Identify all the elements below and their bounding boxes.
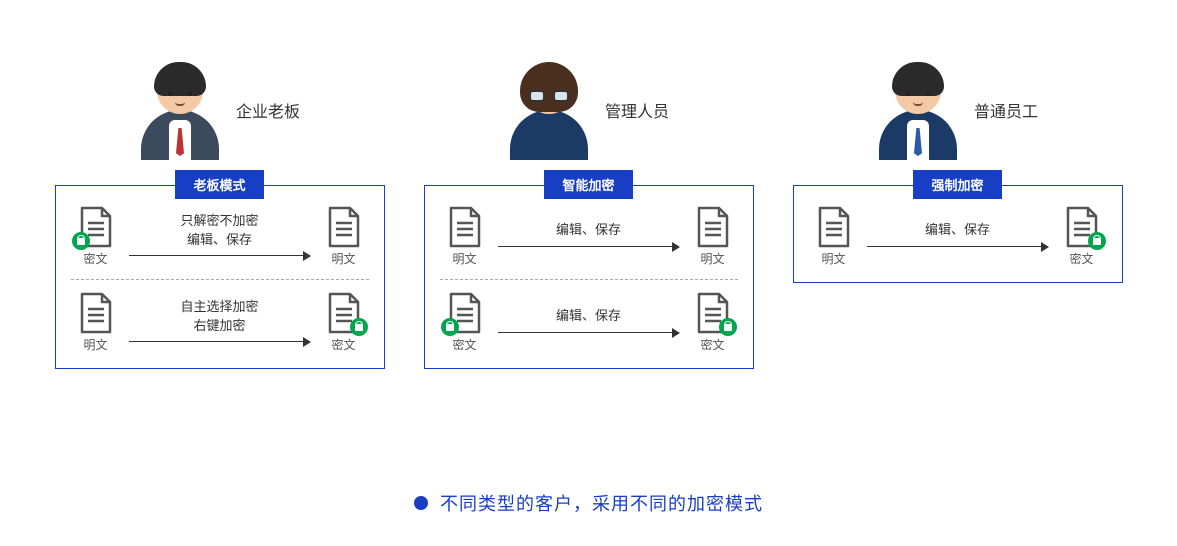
encryption-modes-diagram: 企业老板 老板模式 密文 只解密不加密 编辑、保存 xyxy=(0,0,1177,369)
arrow-icon xyxy=(129,337,311,347)
doc-label: 密文 xyxy=(452,336,476,353)
caption-text: 不同类型的客户，采用不同的加密模式 xyxy=(440,490,763,516)
column-boss: 企业老板 老板模式 密文 只解密不加密 编辑、保存 xyxy=(55,60,385,369)
flow-text: 只解密不加密 xyxy=(180,212,258,230)
flow-text: 编辑、保存 xyxy=(556,221,621,239)
persona-employee: 普通员工 xyxy=(877,60,1038,160)
doc-label: 明文 xyxy=(83,336,107,353)
column-manager: 管理人员 智能加密 明文 编辑、保存 明文 xyxy=(424,60,754,369)
arrow-icon xyxy=(129,251,311,261)
avatar-boss-icon xyxy=(139,60,221,160)
doc-label: 密文 xyxy=(331,336,355,353)
document-encrypted-icon xyxy=(78,206,114,248)
document-plain-icon xyxy=(326,206,362,248)
flow-row: 密文 只解密不加密 编辑、保存 明文 xyxy=(71,206,369,267)
lock-icon xyxy=(441,318,459,336)
flow-row: 明文 编辑、保存 密文 xyxy=(809,206,1107,267)
bullet-icon xyxy=(414,496,428,510)
doc-from: 明文 xyxy=(71,292,121,353)
flow-arrow: 编辑、保存 xyxy=(867,221,1049,251)
flow-box-manager: 明文 编辑、保存 明文 xyxy=(424,185,754,369)
persona-label: 管理人员 xyxy=(605,98,669,122)
mode-badge-employee: 强制加密 xyxy=(913,170,1001,199)
arrow-icon xyxy=(867,242,1049,252)
flow-row: 明文 自主选择加密 右键加密 密文 xyxy=(71,292,369,353)
doc-label: 明文 xyxy=(452,250,476,267)
flow-arrow: 自主选择加密 右键加密 xyxy=(129,298,311,346)
document-encrypted-icon xyxy=(695,292,731,334)
doc-label: 密文 xyxy=(83,250,107,267)
doc-to: 密文 xyxy=(688,292,738,353)
avatar-employee-icon xyxy=(877,60,959,160)
arrow-icon xyxy=(498,242,680,252)
flow-text: 编辑、保存 xyxy=(187,231,252,249)
document-plain-icon xyxy=(78,292,114,334)
flow-arrow: 编辑、保存 xyxy=(498,221,680,251)
doc-from: 明文 xyxy=(809,206,859,267)
flow-text: 编辑、保存 xyxy=(925,221,990,239)
caption: 不同类型的客户，采用不同的加密模式 xyxy=(0,490,1177,516)
avatar-manager-icon xyxy=(508,60,590,160)
flow-text: 自主选择加密 xyxy=(180,298,258,316)
doc-to: 明文 xyxy=(688,206,738,267)
document-encrypted-icon xyxy=(447,292,483,334)
flow-row: 密文 编辑、保存 密文 xyxy=(440,292,738,353)
mode-badge-manager: 智能加密 xyxy=(544,170,632,199)
doc-from: 密文 xyxy=(440,292,490,353)
lock-icon xyxy=(350,318,368,336)
doc-label: 密文 xyxy=(1069,250,1093,267)
flow-text: 右键加密 xyxy=(193,317,245,335)
persona-label: 普通员工 xyxy=(974,98,1038,122)
row-divider xyxy=(440,279,738,280)
doc-from: 明文 xyxy=(440,206,490,267)
document-plain-icon xyxy=(695,206,731,248)
doc-to: 密文 xyxy=(319,292,369,353)
doc-label: 密文 xyxy=(700,336,724,353)
doc-label: 明文 xyxy=(331,250,355,267)
flow-box-employee: 明文 编辑、保存 密文 xyxy=(793,185,1123,283)
persona-manager: 管理人员 xyxy=(508,60,669,160)
persona-label: 企业老板 xyxy=(236,98,300,122)
doc-from: 密文 xyxy=(71,206,121,267)
document-encrypted-icon xyxy=(326,292,362,334)
row-divider xyxy=(71,279,369,280)
document-plain-icon xyxy=(447,206,483,248)
flow-box-boss: 密文 只解密不加密 编辑、保存 明文 xyxy=(55,185,385,369)
doc-label: 明文 xyxy=(700,250,724,267)
flow-row: 明文 编辑、保存 明文 xyxy=(440,206,738,267)
arrow-icon xyxy=(498,328,680,338)
document-encrypted-icon xyxy=(1064,206,1100,248)
lock-icon xyxy=(72,232,90,250)
flow-arrow: 只解密不加密 编辑、保存 xyxy=(129,212,311,260)
mode-badge-boss: 老板模式 xyxy=(175,170,263,199)
flow-arrow: 编辑、保存 xyxy=(498,307,680,337)
doc-to: 明文 xyxy=(319,206,369,267)
doc-to: 密文 xyxy=(1057,206,1107,267)
document-plain-icon xyxy=(816,206,852,248)
doc-label: 明文 xyxy=(821,250,845,267)
flow-text: 编辑、保存 xyxy=(556,307,621,325)
lock-icon xyxy=(719,318,737,336)
lock-icon xyxy=(1088,232,1106,250)
persona-boss: 企业老板 xyxy=(139,60,300,160)
column-employee: 普通员工 强制加密 明文 编辑、保存 xyxy=(793,60,1123,369)
